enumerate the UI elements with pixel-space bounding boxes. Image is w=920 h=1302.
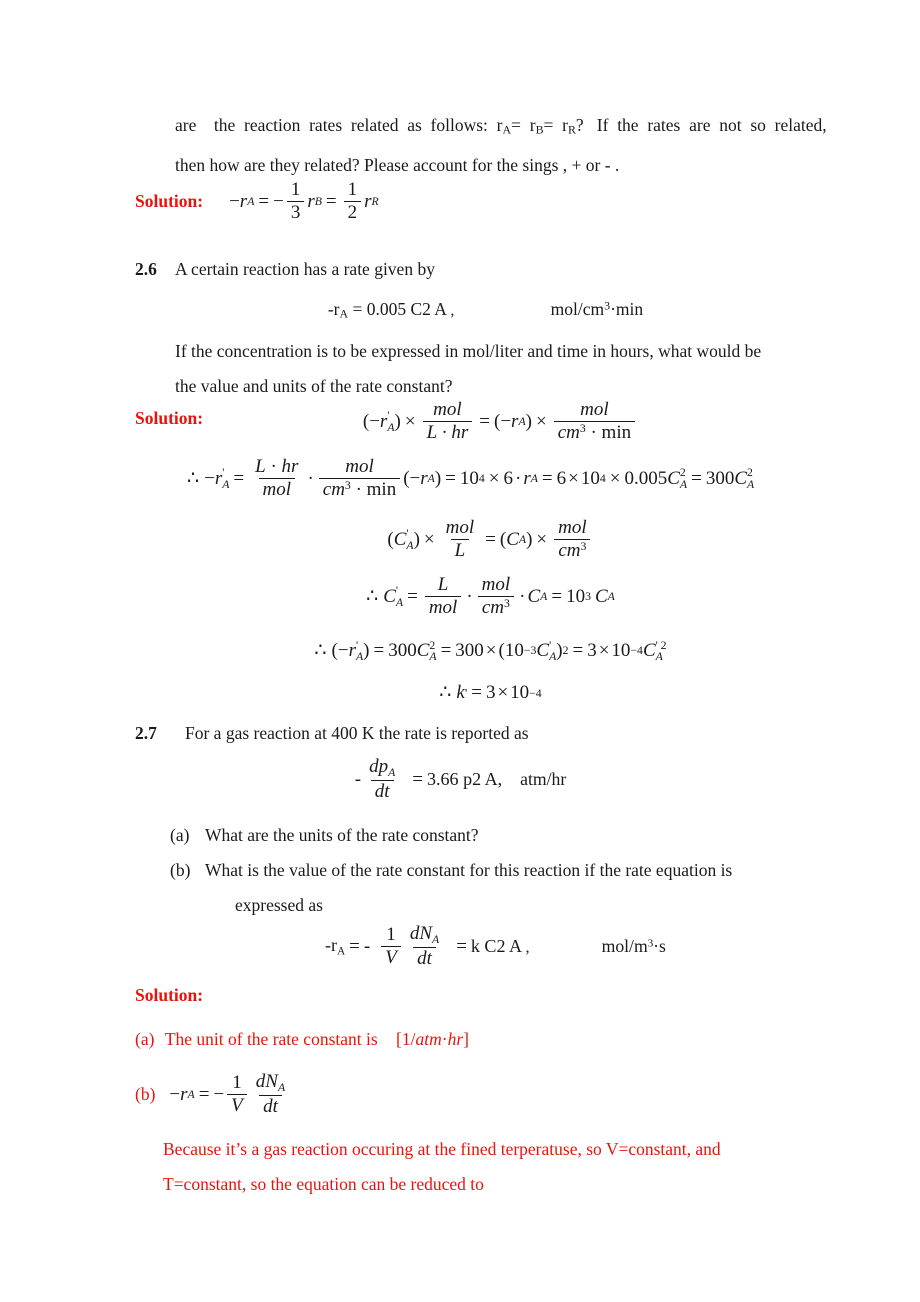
- problem-2-6-statement: A certain reaction has a rate given by: [175, 259, 435, 279]
- solution-label: Solution:: [135, 190, 204, 211]
- problem-2-6-heading: 2.6 A certain reaction has a rate given …: [135, 252, 836, 287]
- problem-2-7-block: 2.7 For a gas reaction at 400 K the rate…: [135, 716, 836, 751]
- problem-2-6-rate-equation: -rA = 0.005 C2 A , mol/cm3·min: [327, 299, 644, 321]
- part-a-text: The unit of the rate constant is: [164, 1029, 378, 1049]
- intro-line-1: are the reaction rates related as follow…: [175, 115, 827, 137]
- equation-2: ∴ − r ' A = L · hr mol · mol cm3 · min (− r A) …: [187, 456, 755, 501]
- problem-2-7-rate-equation: - dpA dt = 3.66 p2 A, atm/hr: [354, 756, 567, 803]
- solution-2-7-note: Because it’s a gas reaction occuring at …: [135, 1132, 836, 1202]
- equation-4: ∴ C ' A = Lmol · mol cm3 · CA = 10 3 C A: [366, 574, 615, 619]
- item-a-text: What are the units of the rate constant?: [205, 825, 479, 845]
- equation-3: (C ' A) × mol L = (C A) × mol cm3: [145, 518, 836, 561]
- equation-5: ∴ (− r ' A) = 300 C 2 A = 300 × (10 −3 C ' A) 2 = 3 × 1…: [314, 639, 667, 664]
- problem-2-7-statement: For a gas reaction at 400 K the rate is …: [185, 723, 529, 743]
- solution-1-equation: − r A = − 13 rB = 12 rR: [229, 179, 379, 223]
- solution-1-block: Solution: − r A = − 13 rB = 12 rR: [135, 180, 836, 223]
- problem-2-7-item-b: (b) What is the value of the rate consta…: [135, 853, 836, 888]
- part-b-equation: − r A = − 1V dNA dt: [169, 1071, 286, 1118]
- note-line-1: Because it’s a gas reaction occuring at …: [163, 1139, 721, 1159]
- equation-6: ∴ k ' = 3 × 10 −4: [439, 682, 542, 704]
- document-page: are the reaction rates related as follow…: [0, 0, 920, 1302]
- problem-2-7-heading: 2.7 For a gas reaction at 400 K the rate…: [135, 716, 836, 751]
- problem-2-7-rate-equation-b: -rA = - 1V dNA dt = k C2 A , mol/m3·s: [325, 923, 666, 970]
- intro-paragraph: are the reaction rates related as follow…: [135, 108, 836, 183]
- part-a-label: (a): [135, 1029, 155, 1049]
- part-b-label: (b): [135, 1084, 156, 1105]
- solution-2-7-part-b: (b) − r A = − 1V dNA dt: [135, 1072, 836, 1117]
- item-a-label: (a): [170, 825, 190, 845]
- problem-2-7-items: (a) What are the units of the rate const…: [135, 818, 836, 923]
- solution-2-7-label: Solution:: [135, 985, 204, 1005]
- note-line-2: T=constant, so the equation can be reduc…: [163, 1174, 484, 1194]
- problem-2-7-number: 2.7: [135, 723, 157, 743]
- problem-2-6-number: 2.6: [135, 259, 157, 279]
- item-b-label: (b): [170, 860, 191, 880]
- equation-1: (− r ' A) × mol L · hr = (− r A) × mol cm3 · mi…: [165, 400, 836, 443]
- problem-2-6-question-line1: If the concentration is to be expressed …: [175, 340, 762, 361]
- solution-2-7-block: Solution:: [135, 985, 836, 1006]
- problem-2-6-question-line2: the value and units of the rate constant…: [175, 375, 453, 396]
- solution-2-6-math: (− r ' A) × mol L · hr = (− r A) × mol cm3 · mi…: [135, 400, 836, 704]
- solution-2-7-part-a: (a) The unit of the rate constant is [1/…: [135, 1022, 836, 1057]
- part-a-units: [1/atm·hr]: [396, 1029, 469, 1049]
- intro-line-2: then how are they related? Please accoun…: [175, 154, 620, 175]
- item-b-text: What is the value of the rate constant f…: [205, 860, 733, 880]
- problem-2-7-item-a: (a) What are the units of the rate const…: [135, 818, 836, 853]
- item-b-text-line2: expressed as: [235, 895, 323, 915]
